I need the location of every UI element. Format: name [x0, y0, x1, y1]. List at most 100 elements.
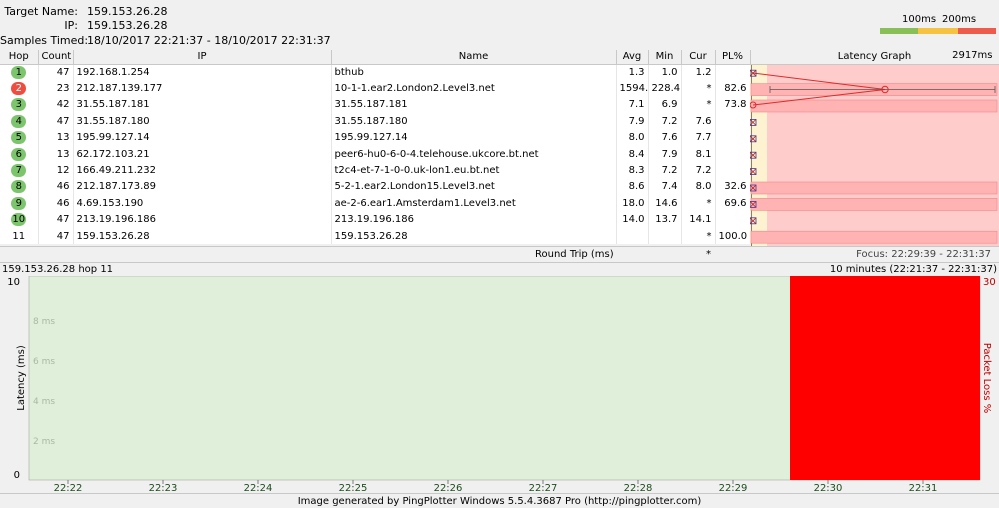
hop-cur: 8.0: [681, 178, 716, 196]
hop-ip: 159.153.26.28: [73, 227, 332, 245]
y-axis-tick-label: 2 ms: [33, 437, 55, 447]
packet-loss-bar: [750, 198, 998, 211]
hop-cur: *: [681, 96, 716, 114]
hop-status-badge: 1: [11, 65, 27, 79]
col-count-header[interactable]: Count: [38, 50, 74, 65]
hop-name: bthub: [331, 64, 617, 81]
y-axis-label: Latency (ms): [16, 345, 27, 411]
hop-pl: 73.8: [715, 96, 751, 114]
hop-avg: 8.6: [616, 178, 649, 196]
samples-timed-row: Samples Timed: 18/10/2017 22:21:37 - 18/…: [0, 33, 331, 49]
y-axis-min: 0: [14, 470, 20, 481]
hop-number: 3: [0, 96, 39, 114]
y-axis-tick-label: 6 ms: [33, 357, 55, 367]
y-axis-max: 10: [7, 277, 20, 288]
hop-min: 228.4: [648, 80, 682, 97]
hop-count: 47: [38, 227, 74, 245]
target-ip-row: IP: 159.153.26.28: [0, 18, 300, 34]
col-cur-header[interactable]: Cur: [681, 50, 716, 65]
timeline-chart[interactable]: 22:22 22:23 22:24 22:25 22:26 22:27 22:28 22:29…: [0, 276, 999, 494]
hop-min: 13.7: [648, 211, 682, 228]
col-min-header[interactable]: Min: [648, 50, 682, 65]
hop-name: 213.19.196.186: [331, 211, 617, 228]
hop-ip: 166.49.211.232: [73, 162, 332, 179]
timeline-range: 10 minutes (22:21:37 - 22:31:37): [829, 264, 997, 275]
latency-graph-title: Latency Graph: [837, 51, 912, 63]
packet-loss-bar: [750, 99, 998, 113]
hop-count: 47: [38, 211, 74, 228]
hop-avg: 8.0: [616, 129, 649, 146]
hop-number: 4: [0, 113, 39, 130]
hop-status-badge: 9: [11, 196, 27, 210]
hop-cur: 7.7: [681, 129, 716, 146]
scale-yellow-bar: [918, 28, 958, 34]
hop-pl: [715, 145, 751, 163]
hop-cur: *: [681, 227, 716, 245]
hop-avg: 18.0: [616, 195, 649, 212]
hop-cur: *: [681, 80, 716, 97]
target-info-panel: Target Name: 159.153.26.28 IP: 159.153.2…: [0, 0, 999, 50]
hop-ip: 212.187.173.89: [73, 178, 332, 196]
target-ip-value: 159.153.26.28: [87, 19, 168, 32]
timeline-title: 159.153.26.28 hop 11: [2, 264, 114, 275]
hop-avg: 8.4: [616, 145, 649, 163]
hop-status-badge: 8: [11, 180, 27, 194]
hop-cur: *: [681, 195, 716, 212]
hop-avg: 1.3: [616, 64, 649, 81]
scale-200ms-label: 200ms: [942, 14, 977, 25]
col-ip-header[interactable]: IP: [73, 50, 332, 65]
hops-header-row: Hop Count IP Name Avg Min Cur PL% Latenc…: [0, 50, 999, 65]
hop-cur: 7.6: [681, 113, 716, 130]
scale-green-bar: [880, 28, 918, 34]
samples-timed-value: 18/10/2017 22:21:37 - 18/10/2017 22:31:3…: [87, 34, 331, 47]
hop-number: 10: [0, 211, 39, 228]
hop-number: 5: [0, 129, 39, 146]
samples-timed-label: Samples Timed:: [0, 34, 89, 47]
hop-number: 11: [0, 227, 39, 245]
latency-graph-max: 2917ms: [952, 50, 993, 61]
hop-ip: 31.55.187.180: [73, 113, 332, 130]
col-avg-header[interactable]: Avg: [616, 50, 649, 65]
hop-ip: 192.168.1.254: [73, 64, 332, 81]
hop-pl: 69.6: [715, 195, 751, 212]
hop-avg: 7.9: [616, 113, 649, 130]
hop-ip: 212.187.139.177: [73, 80, 332, 97]
hop-min: 7.2: [648, 162, 682, 179]
latency-scale-legend: 100ms 200ms: [880, 14, 996, 36]
hop-number: 1: [0, 64, 39, 81]
hop-name: peer6-hu0-6-0-4.telehouse.ukcore.bt.net: [331, 145, 617, 163]
hop-cur: 7.2: [681, 162, 716, 179]
col-name-header[interactable]: Name: [331, 50, 617, 65]
packet-loss-bar: [750, 230, 998, 244]
focus-range: Focus: 22:29:39 - 22:31:37: [856, 249, 991, 260]
col-hop-header[interactable]: Hop: [0, 50, 39, 65]
hop-name: 10-1-1.ear2.London2.Level3.net: [331, 80, 617, 97]
footer-credit: Image generated by PingPlotter Windows 5…: [0, 493, 999, 508]
hop-status-badge: 4: [11, 114, 27, 128]
hop-cur: 8.1: [681, 145, 716, 163]
hop-number: 9: [0, 195, 39, 212]
y-axis-tick-label: 4 ms: [33, 397, 55, 407]
hop-pl: 82.6: [715, 80, 751, 97]
round-trip-cur: *: [706, 249, 711, 260]
hop-name: ae-2-6.ear1.Amsterdam1.Level3.net: [331, 195, 617, 212]
y2-axis-label: Packet Loss %: [981, 343, 992, 414]
hop-status-badge: 2: [11, 82, 27, 96]
hop-status-badge: 7: [11, 164, 27, 178]
hop-min: 7.6: [648, 129, 682, 146]
hop-count: 23: [38, 80, 74, 97]
hop-min: [648, 227, 682, 245]
hop-number: 8: [0, 178, 39, 196]
hop-count: 13: [38, 129, 74, 146]
hop-status-badge: 3: [11, 98, 27, 112]
hop-avg: 8.3: [616, 162, 649, 179]
scale-100ms-label: 100ms: [902, 14, 937, 25]
hop-ip: 195.99.127.14: [73, 129, 332, 146]
hop-avg: 1594.7: [616, 80, 649, 97]
hop-pl: [715, 64, 751, 81]
col-latency-graph-header[interactable]: Latency Graph 2917ms: [750, 50, 999, 65]
latency-graph-svg: [750, 65, 998, 246]
round-trip-row: Round Trip (ms) * Focus: 22:29:39 - 22:3…: [0, 246, 999, 263]
hop-count: 46: [38, 178, 74, 196]
col-pl-header[interactable]: PL%: [715, 50, 751, 65]
